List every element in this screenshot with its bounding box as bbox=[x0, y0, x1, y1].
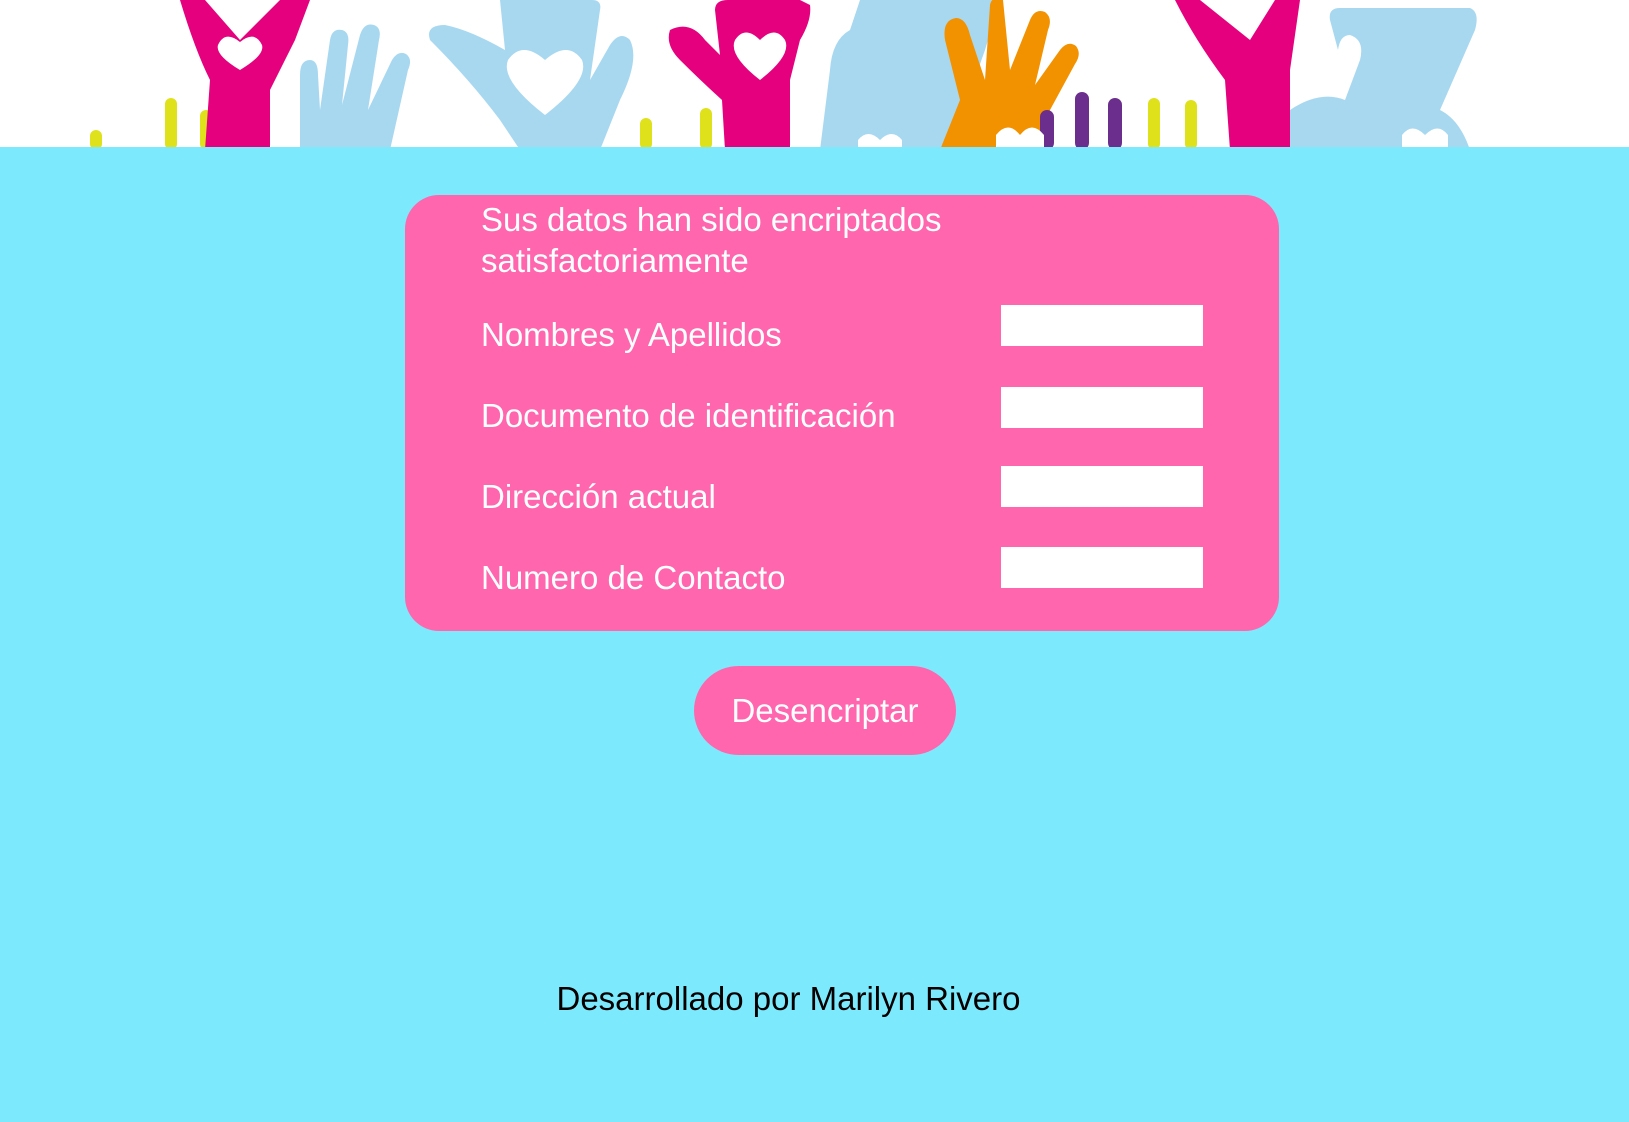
label-full-name: Nombres y Apellidos bbox=[481, 316, 782, 353]
id-document-field[interactable] bbox=[1001, 387, 1203, 428]
decrypt-button[interactable]: Desencriptar bbox=[694, 666, 956, 755]
header-banner bbox=[0, 0, 1629, 147]
label-id-document: Documento de identificación bbox=[481, 397, 896, 434]
encryption-success-message: Sus datos han sido encriptados satisfact… bbox=[481, 201, 942, 279]
data-card: Sus datos han sido encriptados satisfact… bbox=[405, 195, 1279, 631]
developer-credit: Desarrollado por Marilyn Rivero bbox=[556, 980, 1021, 1017]
label-contact-number: Numero de Contacto bbox=[481, 559, 786, 596]
current-address-field[interactable] bbox=[1001, 466, 1203, 507]
contact-number-field[interactable] bbox=[1001, 547, 1203, 588]
raised-hands-illustration bbox=[90, 0, 1477, 147]
label-current-address: Dirección actual bbox=[481, 478, 716, 515]
footer: Desarrollado por Marilyn Rivero bbox=[0, 979, 1629, 1019]
main-panel: Sus datos han sido encriptados satisfact… bbox=[0, 147, 1629, 1122]
full-name-field[interactable] bbox=[1001, 305, 1203, 346]
